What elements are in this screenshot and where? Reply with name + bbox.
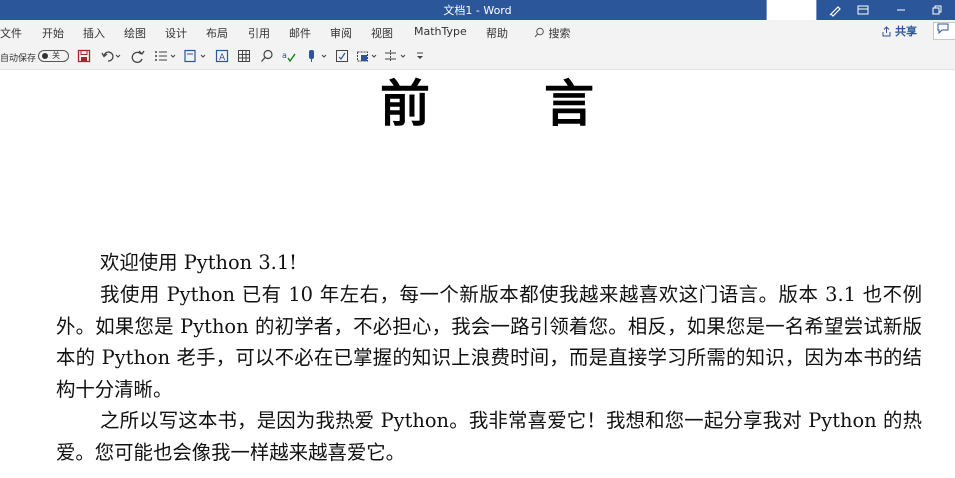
tab-help[interactable]: 帮助: [486, 25, 508, 41]
search-icon: [534, 27, 544, 38]
page-break-icon[interactable]: [384, 49, 412, 67]
table-icon[interactable]: [237, 49, 251, 67]
paragraph-reason: 之所以写这本书，是因为我热爱 Python。我非常喜爱它！我想和您一起分享我对 …: [56, 409, 922, 464]
heading-char-1: 前: [380, 75, 430, 133]
form-icon[interactable]: [335, 49, 351, 67]
heading-char-2: 言: [544, 75, 594, 133]
search-label: 搜索: [548, 27, 571, 40]
comment-icon: [937, 23, 949, 35]
tab-design[interactable]: 设计: [165, 25, 187, 41]
touch-mode-icon[interactable]: [305, 49, 331, 67]
customize-toolbar-icon[interactable]: [414, 49, 426, 67]
share-label: 共享: [895, 25, 917, 38]
tab-mathtype[interactable]: MathType: [414, 25, 467, 38]
screenshot-icon[interactable]: [356, 49, 382, 67]
bullet-list-icon[interactable]: [154, 49, 178, 67]
tab-review[interactable]: 审阅: [330, 25, 352, 41]
text-box-icon[interactable]: A: [215, 49, 229, 67]
tab-references[interactable]: 引用: [248, 25, 270, 41]
tab-home[interactable]: 开始: [42, 25, 64, 41]
ribbon-tabs: 文件 开始 插入 绘图 设计 布局 引用 邮件 审阅 视图 MathType 帮…: [0, 20, 955, 44]
tab-mailings[interactable]: 邮件: [289, 25, 311, 41]
tab-layout[interactable]: 布局: [206, 25, 228, 41]
paragraph-intro: 我使用 Python 已有 10 年左右，每一个新版本都使我越来越喜欢这门语言。…: [56, 283, 922, 401]
tab-draw[interactable]: 绘图: [124, 25, 146, 41]
tab-view[interactable]: 视图: [371, 25, 393, 41]
comments-button[interactable]: [933, 22, 955, 40]
minimize-icon[interactable]: [884, 0, 918, 20]
restore-icon[interactable]: [920, 0, 954, 20]
ribbon-display-options-icon[interactable]: [846, 0, 880, 20]
share-icon: [882, 25, 891, 36]
spelling-icon[interactable]: a: [282, 49, 296, 67]
save-icon[interactable]: [77, 49, 91, 67]
paragraph-welcome: 欢迎使用 Python 3.1!: [100, 251, 297, 274]
page-icon[interactable]: [183, 49, 209, 67]
quick-access-toolbar: 自动保存 关 A a: [0, 44, 955, 70]
autosave-label: 自动保存: [0, 54, 37, 64]
find-icon[interactable]: [260, 49, 274, 67]
svg-text:a: a: [282, 51, 287, 60]
undo-icon[interactable]: [100, 49, 122, 67]
document-page[interactable]: 前 言 欢迎使用 Python 3.1! 我使用 Python 已有 10 年左…: [0, 70, 955, 478]
tab-insert[interactable]: 插入: [83, 25, 105, 41]
search-box[interactable]: 搜索: [534, 25, 571, 41]
svg-text:A: A: [219, 53, 226, 63]
autosave-toggle[interactable]: 关: [38, 50, 69, 62]
tab-file[interactable]: 文件: [0, 25, 22, 41]
autosave-state: 关: [52, 51, 60, 60]
redo-icon[interactable]: [130, 49, 146, 67]
share-button[interactable]: 共享: [881, 23, 917, 39]
